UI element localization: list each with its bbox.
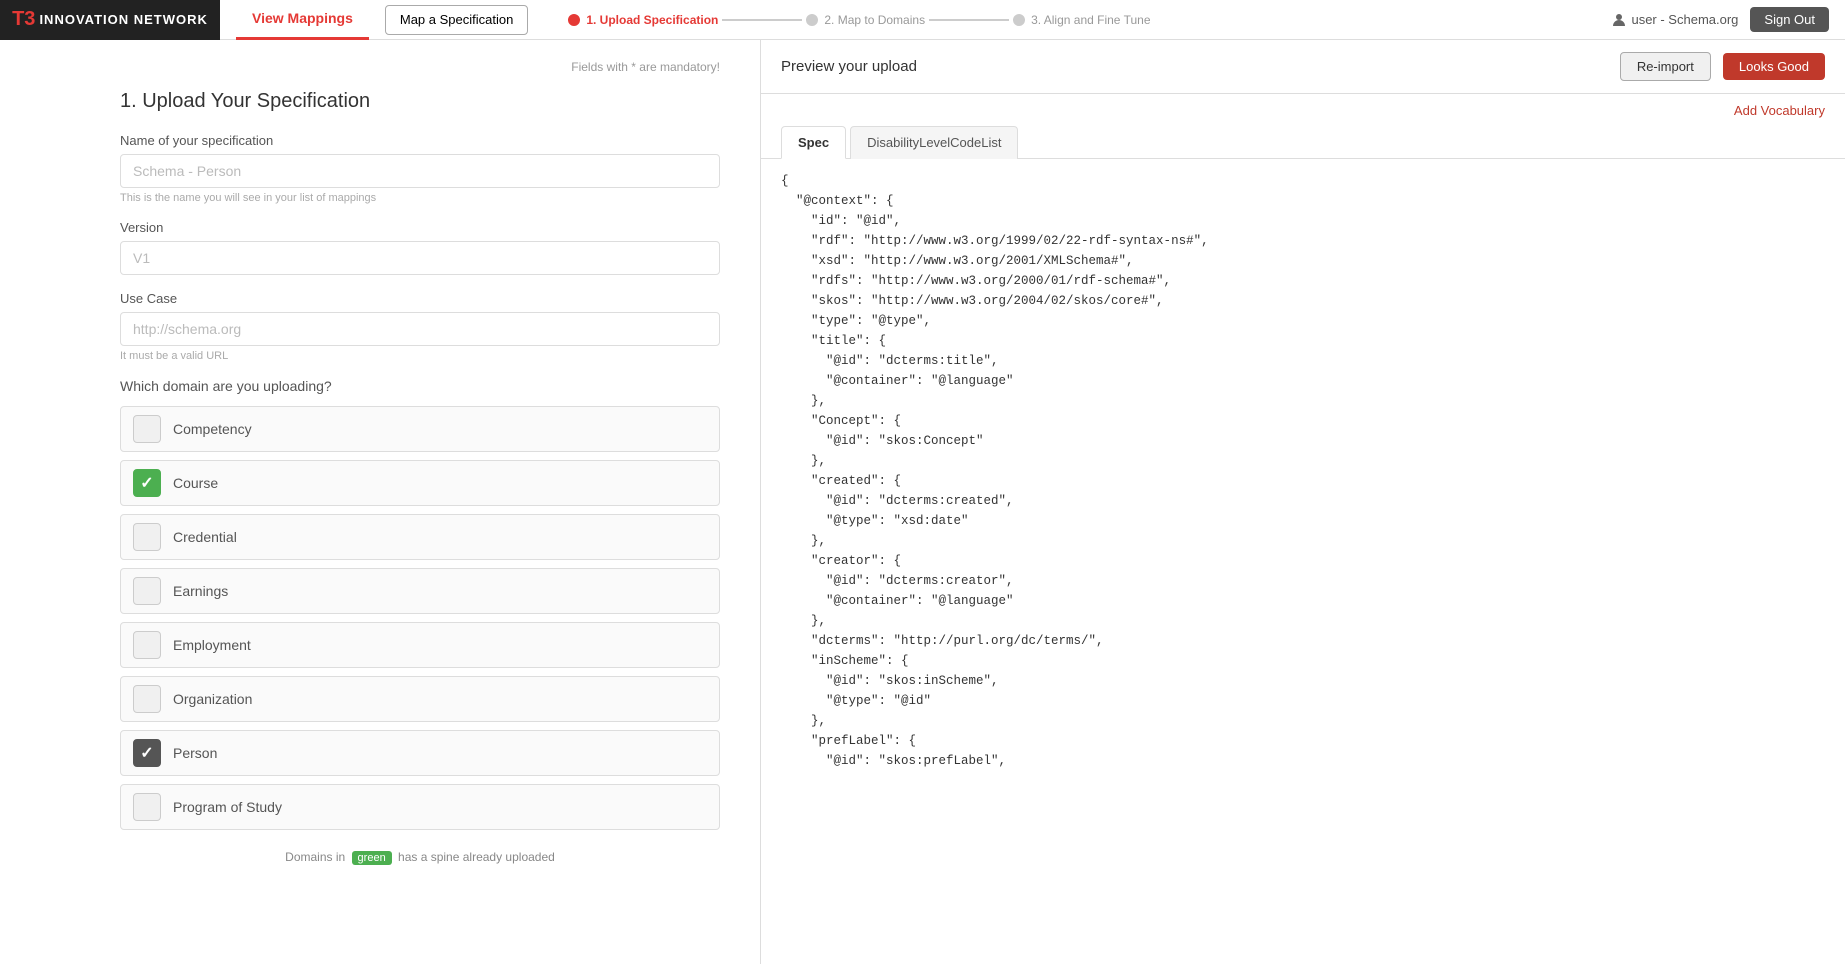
domain-checkbox-credential — [133, 523, 161, 551]
name-field-group: Name of your specification This is the n… — [120, 133, 720, 204]
domain-checkbox-earnings — [133, 577, 161, 605]
domain-item-employment[interactable]: Employment — [120, 622, 720, 668]
domain-label-competency: Competency — [173, 421, 252, 437]
domain-checkbox-course: ✓ — [133, 469, 161, 497]
bottom-note-prefix: Domains in — [285, 850, 345, 864]
domain-label-earnings: Earnings — [173, 583, 228, 599]
tab-spec[interactable]: Spec — [781, 126, 846, 159]
domain-item-person[interactable]: ✓ Person — [120, 730, 720, 776]
use-case-hint: It must be a valid URL — [120, 350, 720, 362]
step-1-label: 1. Upload Specification — [586, 13, 718, 27]
map-specification-button[interactable]: Map a Specification — [385, 5, 528, 35]
domain-label-course: Course — [173, 475, 218, 491]
step-line-2 — [929, 19, 1009, 21]
preview-title: Preview your upload — [781, 58, 1608, 75]
domain-label-employment: Employment — [173, 637, 251, 653]
domain-label-credential: Credential — [173, 529, 237, 545]
bottom-note-suffix: has a spine already uploaded — [398, 850, 555, 864]
logo-t3-text: T3 — [12, 8, 35, 31]
use-case-input[interactable] — [120, 312, 720, 346]
user-icon — [1611, 12, 1627, 28]
version-input[interactable] — [120, 241, 720, 275]
domain-item-course[interactable]: ✓ Course — [120, 460, 720, 506]
domain-checkbox-competency — [133, 415, 161, 443]
section-title: 1. Upload Your Specification — [120, 90, 720, 113]
code-area[interactable]: { "@context": { "id": "@id", "rdf": "htt… — [761, 159, 1845, 964]
domain-label-person: Person — [173, 745, 217, 761]
domain-label: Which domain are you uploading? — [120, 378, 720, 394]
domain-checkbox-organization — [133, 685, 161, 713]
mandatory-note: Fields with * are mandatory! — [120, 60, 720, 74]
tabs-row: SpecDisabilityLevelCodeList — [761, 126, 1845, 159]
domain-checkbox-program-of-study — [133, 793, 161, 821]
name-hint: This is the name you will see in your li… — [120, 192, 720, 204]
re-import-button[interactable]: Re-import — [1620, 52, 1711, 81]
left-panel: Fields with * are mandatory! 1. Upload Y… — [0, 40, 760, 964]
user-area: user - Schema.org Sign Out — [1611, 7, 1829, 32]
domain-checkbox-person: ✓ — [133, 739, 161, 767]
step-2-dot — [806, 14, 818, 26]
user-label-text: user - Schema.org — [1631, 12, 1738, 27]
name-label: Name of your specification — [120, 133, 720, 148]
domain-checkbox-employment — [133, 631, 161, 659]
domain-label-organization: Organization — [173, 691, 252, 707]
domain-item-organization[interactable]: Organization — [120, 676, 720, 722]
step-2-label: 2. Map to Domains — [824, 13, 925, 27]
version-field-group: Version — [120, 220, 720, 275]
domain-list: Competency ✓ Course Credential Earnings Emplo… — [120, 406, 720, 830]
steps-area: 1. Upload Specification 2. Map to Domain… — [568, 13, 1611, 27]
logo-sub-text: INNOVATION NETWORK — [39, 12, 207, 27]
domain-item-credential[interactable]: Credential — [120, 514, 720, 560]
step-1: 1. Upload Specification — [568, 13, 718, 27]
add-vocab-area: Add Vocabulary — [761, 94, 1845, 126]
step-1-dot — [568, 14, 580, 26]
logo-area: T3 INNOVATION NETWORK — [0, 0, 220, 40]
use-case-label: Use Case — [120, 291, 720, 306]
version-label: Version — [120, 220, 720, 235]
step-3: 3. Align and Fine Tune — [1013, 13, 1150, 27]
step-2: 2. Map to Domains — [806, 13, 925, 27]
tab-disability[interactable]: DisabilityLevelCodeList — [850, 126, 1018, 159]
user-info: user - Schema.org — [1611, 12, 1738, 28]
preview-header: Preview your upload Re-import Looks Good — [761, 40, 1845, 94]
add-vocabulary-button[interactable]: Add Vocabulary — [1734, 103, 1825, 118]
looks-good-button[interactable]: Looks Good — [1723, 53, 1825, 80]
domain-label-program-of-study: Program of Study — [173, 799, 282, 815]
header: T3 INNOVATION NETWORK View Mappings Map … — [0, 0, 1845, 40]
step-line-1 — [722, 19, 802, 21]
domain-field-group: Which domain are you uploading? Competen… — [120, 378, 720, 830]
domain-item-program-of-study[interactable]: Program of Study — [120, 784, 720, 830]
green-badge: green — [352, 851, 392, 865]
sign-out-button[interactable]: Sign Out — [1750, 7, 1829, 32]
domain-item-competency[interactable]: Competency — [120, 406, 720, 452]
main-layout: Fields with * are mandatory! 1. Upload Y… — [0, 40, 1845, 964]
view-mappings-button[interactable]: View Mappings — [236, 0, 369, 40]
bottom-note: Domains in green has a spine already upl… — [120, 850, 720, 865]
name-input[interactable] — [120, 154, 720, 188]
right-panel: Preview your upload Re-import Looks Good… — [760, 40, 1845, 964]
step-3-dot — [1013, 14, 1025, 26]
domain-item-earnings[interactable]: Earnings — [120, 568, 720, 614]
step-3-label: 3. Align and Fine Tune — [1031, 13, 1150, 27]
use-case-field-group: Use Case It must be a valid URL — [120, 291, 720, 362]
